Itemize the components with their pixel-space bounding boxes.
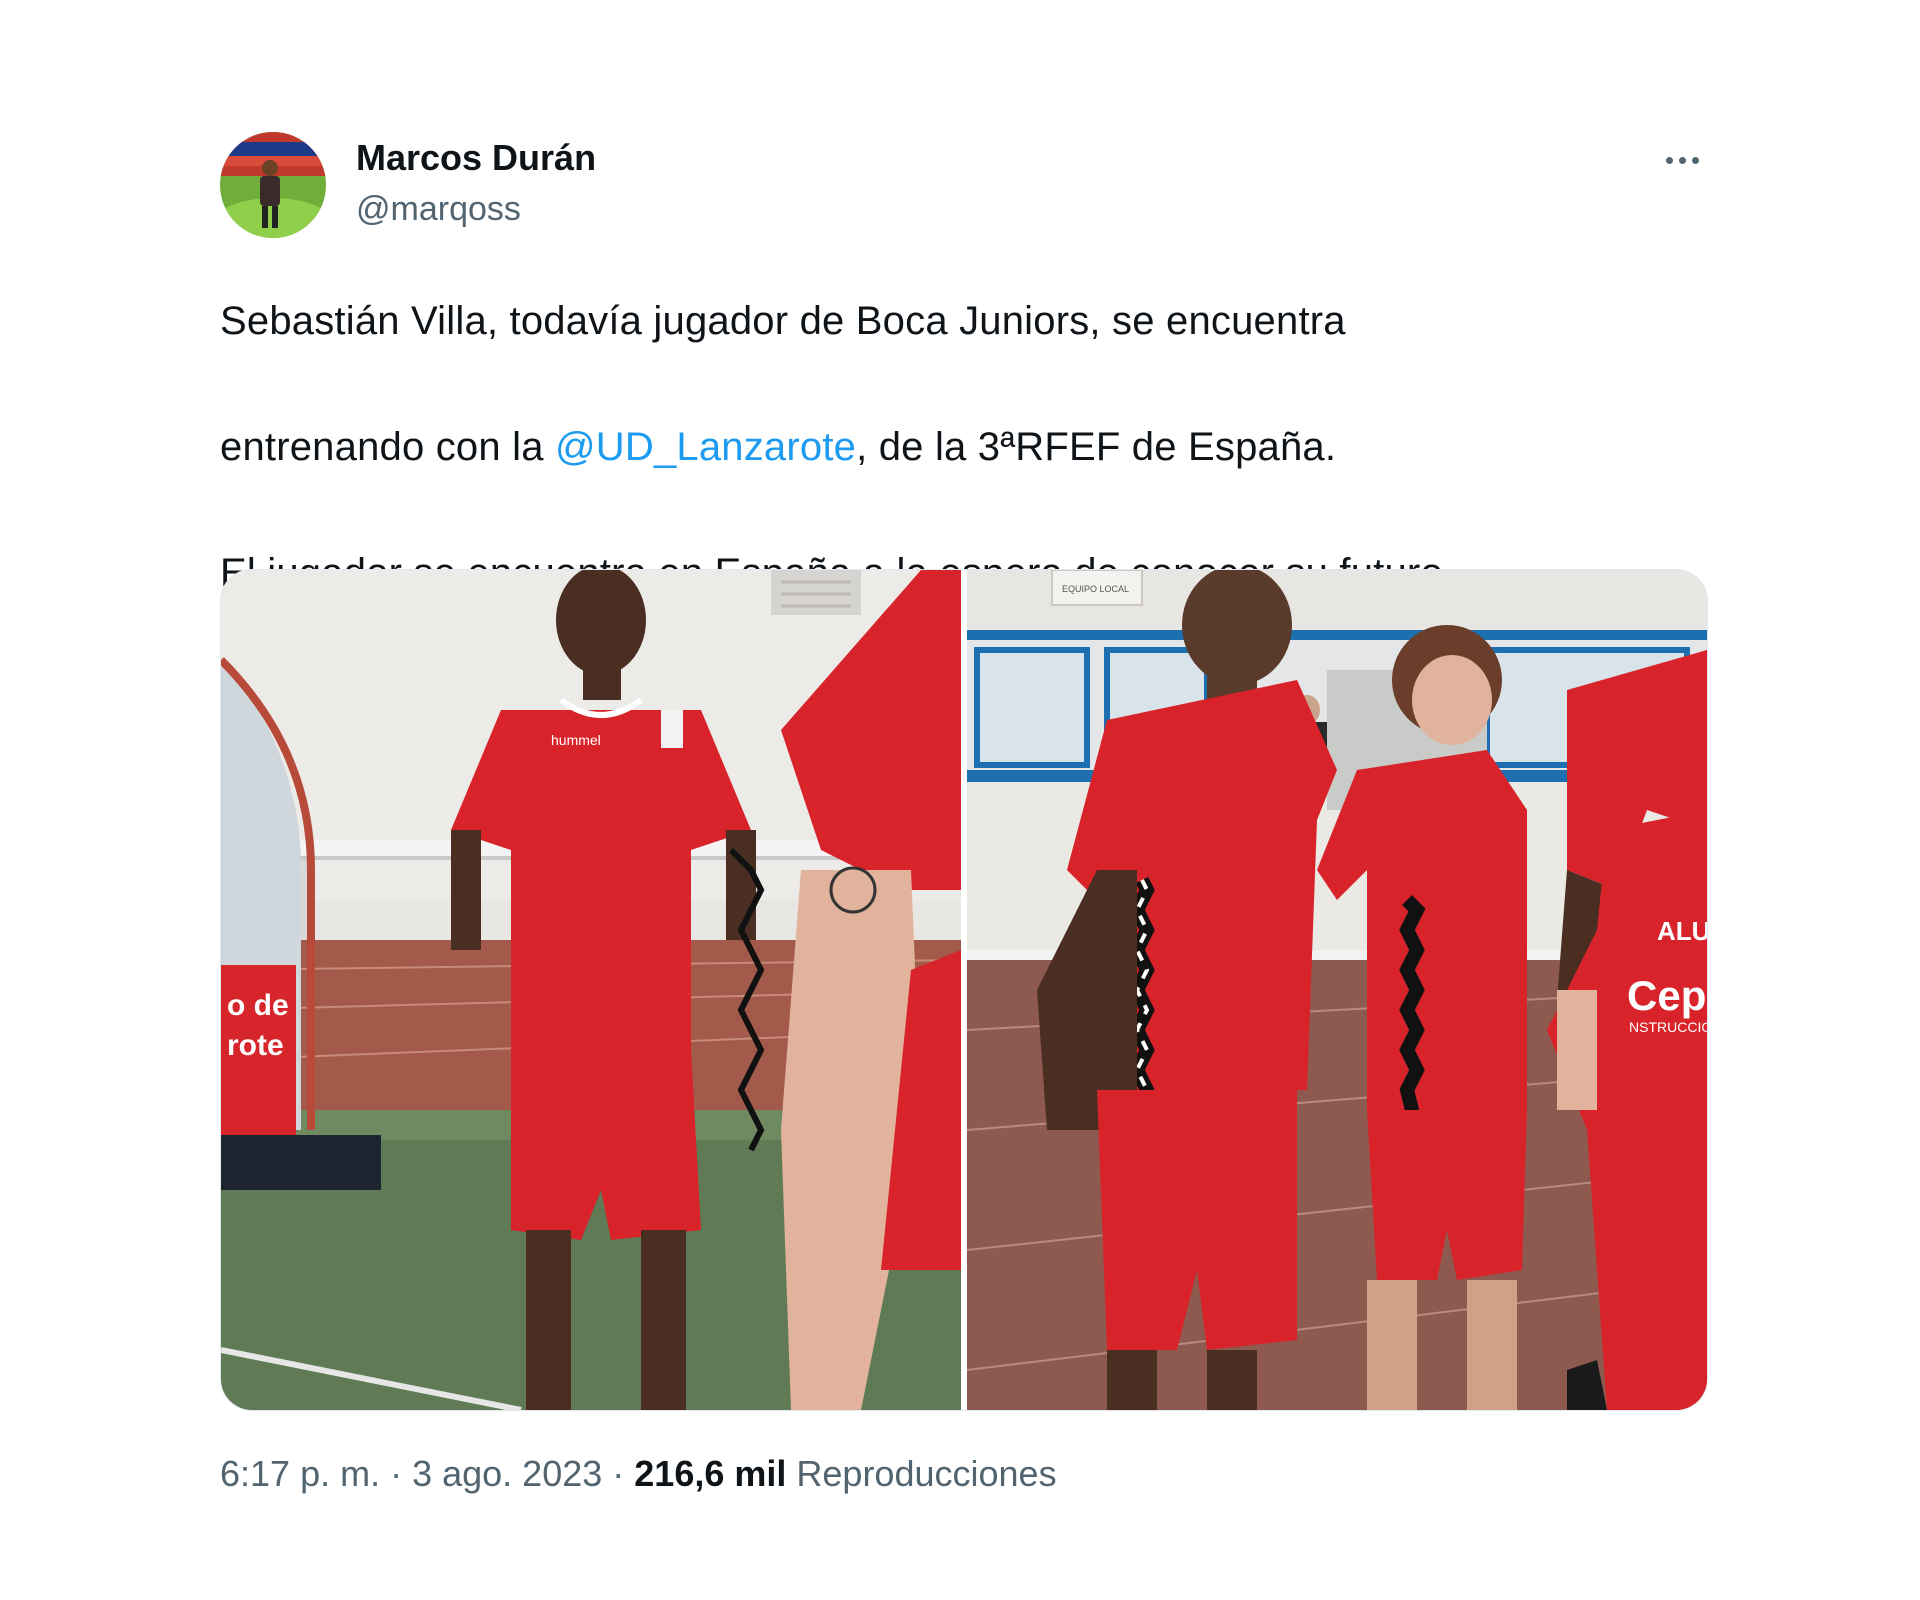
brand-logo-text: hummel [551, 732, 601, 748]
mention-link[interactable]: @UD_Lanzarote [555, 425, 856, 469]
media-grid: o de rote hummel EQUIPO LOCAL AL Cep NST… [220, 569, 1708, 1411]
photo-right-image: EQUIPO LOCAL AL Cep NSTRUCCIO [967, 570, 1707, 1410]
views-label[interactable]: Reproducciones [796, 1453, 1056, 1494]
photo-right[interactable]: EQUIPO LOCAL AL Cep NSTRUCCIO [967, 570, 1707, 1410]
meta-separator: · [390, 1453, 403, 1494]
author-display-name[interactable]: Marcos Durán [356, 136, 596, 180]
tweet-text-segment: , de la 3ªRFEF de España. [856, 425, 1337, 469]
tweet-date[interactable]: 3 ago. 2023 [412, 1453, 602, 1494]
author-handle[interactable]: @marqoss [356, 188, 521, 230]
tweet: Marcos Durán @marqoss Sebastián Villa, t… [0, 0, 1920, 1600]
banner-text-line-2: rote [227, 1029, 284, 1062]
tweet-text-line: entrenando con la @UD_Lanzarote, de la 3… [220, 416, 1720, 479]
more-horizontal-icon [1691, 156, 1699, 164]
tweet-text-segment: Sebastián Villa, todavía jugador de Boca… [220, 299, 1346, 343]
tweet-meta: 6:17 p. m. · 3 ago. 2023 · 216,6 mil Reprodu… [220, 1452, 1057, 1496]
more-horizontal-icon [1665, 156, 1673, 164]
sponsor-text-sub: NSTRUCCIO [1629, 1019, 1707, 1035]
equipo-local-sign: EQUIPO LOCAL [1062, 584, 1129, 594]
sponsor-text-top: ALUM [1657, 916, 1707, 946]
banner-text-line-1: o de [227, 989, 289, 1022]
tweet-time[interactable]: 6:17 p. m. [220, 1453, 380, 1494]
photo-left-image: o de rote hummel [221, 570, 961, 1410]
tweet-text-segment: entrenando con la [220, 425, 555, 469]
photo-left[interactable]: o de rote hummel [221, 570, 961, 1410]
tweet-text: Sebastián Villa, todavía jugador de Boca… [220, 290, 1720, 605]
more-options-button[interactable] [1654, 142, 1710, 178]
more-horizontal-icon [1678, 156, 1686, 164]
sponsor-text-bottom: Cepa [1627, 972, 1707, 1019]
avatar-image [220, 132, 326, 238]
tweet-text-line: Sebastián Villa, todavía jugador de Boca… [220, 290, 1720, 353]
avatar[interactable] [220, 132, 326, 238]
views-count[interactable]: 216,6 mil [634, 1453, 786, 1494]
meta-separator: · [612, 1453, 625, 1494]
